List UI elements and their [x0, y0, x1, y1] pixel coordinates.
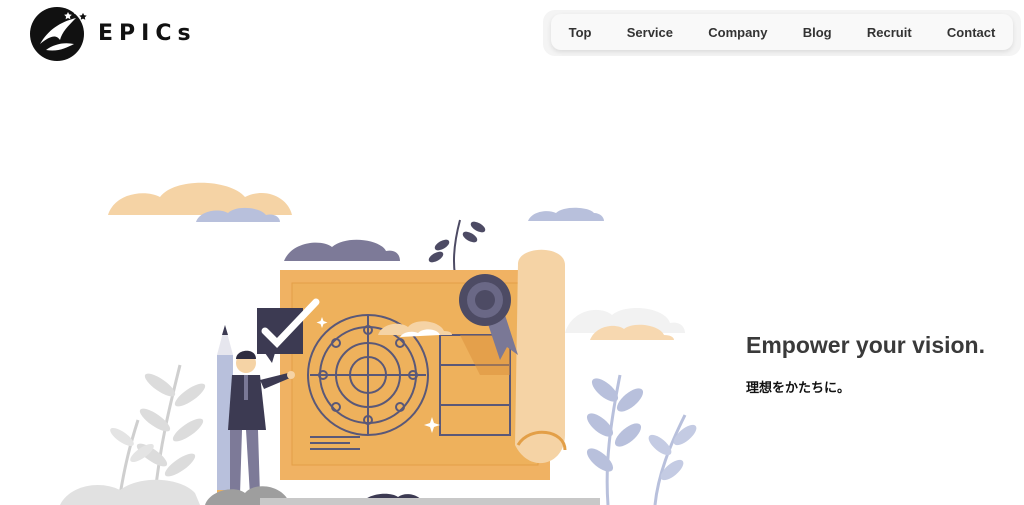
brand-logo[interactable]: EPICs: [26, 4, 197, 62]
bush-icon: [60, 479, 200, 505]
hero-tagline: Empower your vision.: [746, 332, 985, 358]
hero-illustration: [60, 175, 700, 505]
nav-item-blog[interactable]: Blog: [803, 25, 832, 40]
nav-item-service[interactable]: Service: [627, 25, 673, 40]
nav-item-contact[interactable]: Contact: [947, 25, 995, 40]
hero-subtitle: 理想をかたちに。: [746, 380, 851, 395]
businessman-blueprint-illustration: [60, 182, 697, 505]
brand-name: EPICs: [98, 20, 197, 46]
phoenix-icon: [30, 7, 87, 61]
nav-item-top[interactable]: Top: [569, 25, 592, 40]
cloud-icon: [284, 239, 400, 261]
cloud-icon: [528, 207, 604, 221]
nav-item-recruit[interactable]: Recruit: [867, 25, 912, 40]
nav-item-company[interactable]: Company: [708, 25, 767, 40]
plant-left-icon: [110, 364, 206, 496]
cloud-icon: [108, 182, 292, 215]
nav-bar: Top Service Company Blog Recruit Contact: [551, 14, 1013, 50]
plant-right-icon: [586, 374, 697, 505]
leaf-sprig-icon: [428, 219, 486, 276]
main-nav: Top Service Company Blog Recruit Contact: [543, 10, 1021, 56]
